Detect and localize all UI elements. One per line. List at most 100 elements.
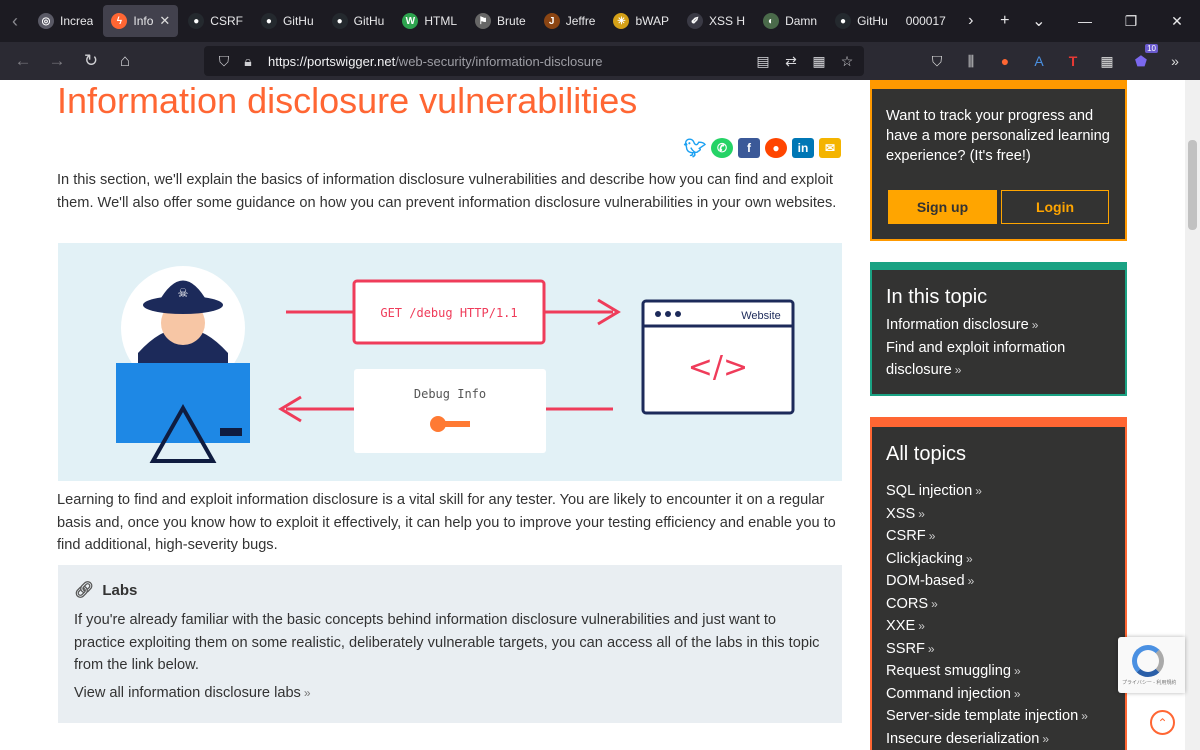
all-topics-item[interactable]: Insecure deserialization»	[886, 728, 1088, 750]
all-topics-item[interactable]: CSRF»	[886, 525, 1088, 548]
tab-title: Jeffre	[565, 14, 596, 28]
topic-item-label[interactable]: Command injection	[886, 686, 1011, 702]
topic-item-label[interactable]: XSS	[886, 506, 915, 522]
extension-fox-icon[interactable]: ●	[992, 48, 1018, 74]
tab-title: HTML	[424, 14, 457, 28]
reddit-icon[interactable]: ●	[765, 138, 787, 158]
url-text[interactable]: https://portswigger.net/web-security/inf…	[268, 54, 603, 69]
topic-item-label[interactable]: CSRF	[886, 528, 926, 544]
browser-tab[interactable]: ◎ Increa	[30, 5, 101, 37]
topic-item-label[interactable]: SQL injection	[886, 483, 972, 499]
close-tab-icon[interactable]: ✕	[159, 13, 170, 29]
topic-link-label[interactable]: Find and exploit information	[886, 340, 1065, 356]
browser-tab[interactable]: J Jeffre	[536, 5, 604, 37]
library-icon[interactable]: ⫼	[958, 48, 984, 74]
recaptcha-privacy[interactable]: プライバシー - 利用規約	[1122, 679, 1176, 686]
page-scrollbar[interactable]	[1185, 80, 1200, 750]
brute-icon: ⚑	[475, 13, 491, 29]
chevrons-icon: »	[1031, 318, 1039, 332]
all-topics-item[interactable]: DOM-based»	[886, 570, 1088, 593]
topic-link-find-exploit-cont[interactable]: disclosure»	[886, 359, 1065, 382]
minimize-button[interactable]: —	[1062, 0, 1108, 42]
all-topics-item[interactable]: Clickjacking»	[886, 548, 1088, 571]
all-topics-item[interactable]: CORS»	[886, 593, 1088, 616]
all-topics-item[interactable]: SSRF»	[886, 638, 1088, 661]
twitter-icon[interactable]: 🐦︎	[684, 138, 707, 158]
recaptcha-badge[interactable]: プライバシー - 利用規約	[1118, 637, 1185, 693]
topic-item-label[interactable]: XXE	[886, 618, 915, 634]
tab-scroll-left[interactable]: ‹	[0, 0, 30, 42]
home-button[interactable]: ⌂	[108, 46, 142, 76]
bookmark-star-icon[interactable]: ☆	[838, 50, 856, 72]
bee-icon: ✳	[613, 13, 630, 29]
browser-tab[interactable]: ✳ bWAP	[605, 5, 677, 37]
promo-card: Want to track your progress and have a m…	[870, 80, 1127, 241]
t-ext-icon[interactable]: T	[1060, 48, 1086, 74]
forward-button[interactable]: →	[40, 46, 74, 76]
browser-tab[interactable]: ● GitHu	[324, 5, 393, 37]
all-topics-item[interactable]: SQL injection»	[886, 480, 1088, 503]
topic-item-label[interactable]: Insecure deserialization	[886, 731, 1039, 747]
all-topics-item[interactable]: XXE»	[886, 615, 1088, 638]
grid-ext-icon[interactable]: ▦	[1094, 48, 1120, 74]
browser-tab[interactable]: ϟ Info ✕	[103, 5, 179, 37]
qr-code-icon[interactable]: ▦	[810, 50, 828, 72]
reload-button[interactable]: ↻	[74, 46, 108, 76]
hackbar-ext-icon[interactable]: ⬟ 10	[1128, 44, 1158, 74]
all-topics-item[interactable]: Server-side template injection»	[886, 705, 1088, 728]
translate-ext-icon[interactable]: A	[1026, 48, 1052, 74]
translate-icon[interactable]: ⇄	[782, 50, 800, 72]
browser-tab[interactable]: ◐ Damn	[755, 5, 825, 37]
lock-icon[interactable]: 🔒︎	[236, 53, 260, 70]
close-window-button[interactable]: ✕	[1154, 0, 1200, 42]
topic-item-label[interactable]: Server-side template injection	[886, 708, 1078, 724]
all-topics-item[interactable]: Command injection»	[886, 683, 1088, 706]
all-topics-item[interactable]: XSS»	[886, 503, 1088, 526]
facebook-icon[interactable]: f	[738, 138, 760, 158]
browser-tab[interactable]: ● GitHu	[253, 5, 322, 37]
email-icon[interactable]: ✉	[819, 138, 841, 158]
topic-link-find-exploit[interactable]: Find and exploit information	[886, 337, 1065, 360]
back-to-top-button[interactable]: ⌃	[1150, 710, 1175, 735]
whatsapp-icon[interactable]: ✆	[711, 138, 733, 158]
topic-item-label[interactable]: CORS	[886, 596, 928, 612]
topic-item-label[interactable]: Clickjacking	[886, 551, 963, 567]
new-tab-button[interactable]: +	[988, 0, 1022, 42]
tab-title: bWAP	[635, 14, 670, 28]
overflow-menu-icon[interactable]: »	[1162, 48, 1188, 74]
tab-scroll-right-icon[interactable]: ›	[954, 0, 988, 42]
link-icon: 🔗︎	[74, 582, 95, 599]
pocket-icon[interactable]: ⛉	[924, 48, 950, 74]
view-labs-link-text[interactable]: View all information disclosure labs	[74, 685, 301, 701]
all-topics-title: All topics	[886, 443, 967, 465]
browser-tab[interactable]: ● CSRF	[180, 5, 251, 37]
topic-link-label[interactable]: Information disclosure	[886, 317, 1029, 333]
tracking-shield-icon[interactable]: ⛉	[212, 53, 236, 70]
browser-tab[interactable]: W HTML	[394, 5, 465, 37]
all-topics-item[interactable]: Request smuggling»	[886, 660, 1088, 683]
topic-link-information-disclosure[interactable]: Information disclosure»	[886, 314, 1065, 337]
all-topics-card: All topics SQL injection» XSS» CSRF» Clickj…	[870, 417, 1127, 750]
topic-link-label[interactable]: disclosure	[886, 362, 952, 378]
intro-paragraph: In this section, we'll explain the basic…	[57, 172, 837, 211]
scrollbar-thumb[interactable]	[1188, 140, 1197, 230]
hamburger-menu-icon[interactable]: ≡	[1196, 48, 1200, 74]
view-labs-link[interactable]: View all information disclosure labs»	[74, 685, 311, 701]
login-button[interactable]: Login	[1001, 190, 1109, 224]
topic-item-label[interactable]: SSRF	[886, 641, 925, 657]
signup-button[interactable]: Sign up	[888, 190, 997, 224]
back-button[interactable]: ←	[6, 46, 40, 76]
url-bar[interactable]: ⛉ 🔒︎ https://portswigger.net/web-securit…	[204, 46, 864, 76]
topic-item-label[interactable]: DOM-based	[886, 573, 965, 589]
maximize-button[interactable]: ❐	[1108, 0, 1154, 42]
topic-item-label[interactable]: Request smuggling	[886, 663, 1011, 679]
browser-tab[interactable]: ✐ XSS H	[679, 5, 753, 37]
in-this-topic-card: In this topic Information disclosure» Fi…	[870, 262, 1127, 396]
browser-tab[interactable]: 000017	[898, 5, 954, 37]
dvwa-icon: ◐	[763, 13, 780, 29]
browser-tab[interactable]: ⚑ Brute	[467, 5, 534, 37]
linkedin-icon[interactable]: in	[792, 138, 814, 158]
tab-list-dropdown-icon[interactable]: ⌄	[1022, 0, 1056, 42]
browser-tab[interactable]: ● GitHu	[827, 5, 896, 37]
reader-view-icon[interactable]: ▤	[754, 50, 772, 72]
